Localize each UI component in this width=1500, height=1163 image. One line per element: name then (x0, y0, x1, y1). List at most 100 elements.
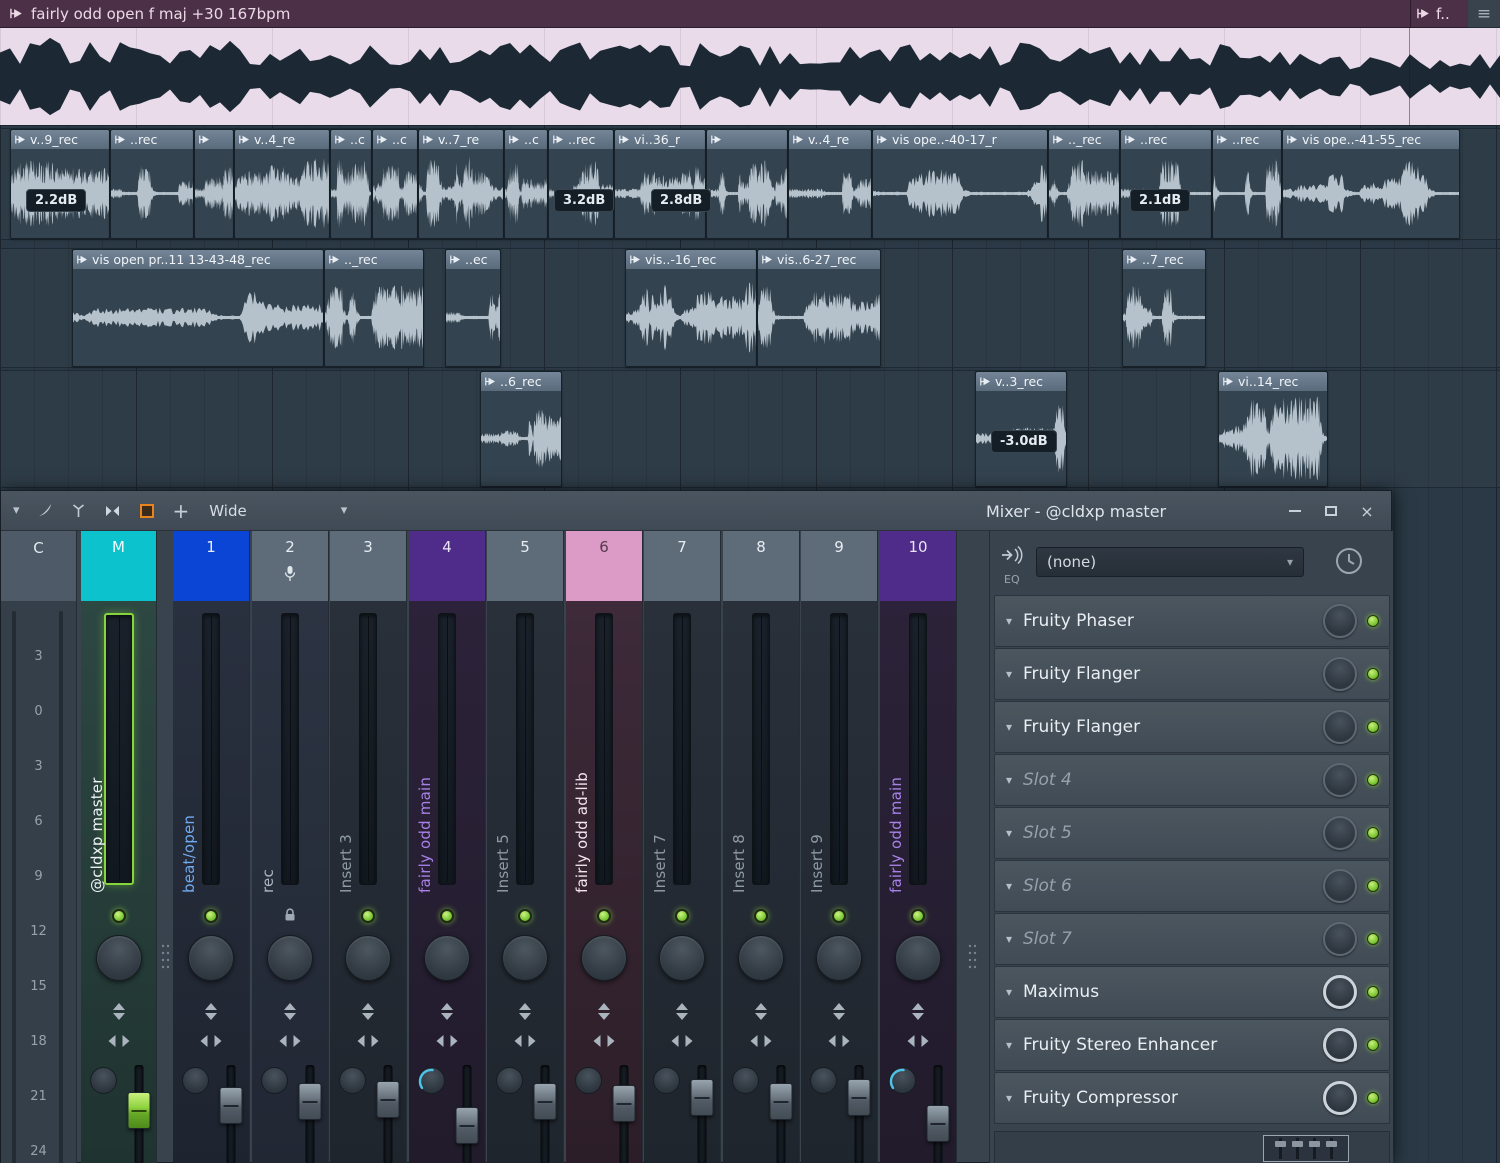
pan-arrows[interactable] (671, 1035, 693, 1047)
pan-arrows[interactable] (436, 1035, 458, 1047)
clip-header[interactable]: v..7_re (419, 130, 503, 149)
clip-header[interactable]: vis open pr..11 13-43-48_rec (73, 250, 323, 269)
audio-clip[interactable] (194, 129, 234, 239)
step-down-icon[interactable] (676, 1013, 688, 1020)
fader-handle[interactable] (219, 1087, 243, 1124)
plugin-picker-icon[interactable] (71, 503, 86, 518)
mixer-strip-10[interactable]: 10 fairly odd main (880, 531, 957, 1163)
current-track-header[interactable]: C (1, 531, 77, 601)
track-stepper[interactable] (205, 1003, 217, 1020)
pan-knob[interactable] (95, 935, 142, 981)
audio-clip[interactable]: vi..36_r (614, 129, 706, 239)
fx-mix-knob[interactable] (1323, 1028, 1357, 1062)
preview-slider[interactable] (1275, 1138, 1286, 1159)
mixer-strip-4[interactable]: 4 fairly odd main (409, 531, 486, 1163)
pan-arrows[interactable] (514, 1035, 536, 1047)
fx-mix-knob[interactable] (1323, 975, 1357, 1009)
audio-input-icon[interactable] (1000, 545, 1026, 565)
pan-arrows[interactable] (279, 1035, 301, 1047)
mute-led[interactable] (361, 909, 375, 923)
audio-clip[interactable]: .._rec (324, 249, 424, 367)
chevron-down-icon[interactable]: ▾ (995, 667, 1023, 681)
clip-header[interactable]: ..rec (1213, 130, 1281, 149)
clip-header[interactable]: ..7_rec (1123, 250, 1205, 269)
fader-handle[interactable] (926, 1105, 950, 1142)
resize-handle-dots[interactable] (160, 943, 170, 971)
audio-clip[interactable]: ..ec (445, 249, 501, 367)
view-select-icon[interactable] (139, 503, 155, 519)
pan-right-icon[interactable] (371, 1035, 379, 1047)
pan-knob[interactable] (345, 935, 391, 981)
step-up-icon[interactable] (598, 1003, 610, 1010)
chevron-down-icon[interactable]: ▾ (995, 826, 1023, 840)
audio-clip[interactable] (706, 129, 788, 239)
strip-header[interactable]: 10 (880, 531, 957, 601)
step-down-icon[interactable] (362, 1013, 374, 1020)
fader-handle[interactable] (533, 1083, 557, 1120)
mixer-strip-8[interactable]: 8 Insert 8 (723, 531, 800, 1163)
clip-header[interactable]: v..4_re (789, 130, 871, 149)
chevron-down-icon[interactable]: ▾ (995, 773, 1023, 787)
track-stepper[interactable] (519, 1003, 531, 1020)
fx-enable-led[interactable] (1367, 721, 1379, 733)
volume-fader[interactable] (374, 1063, 402, 1163)
volume-fader[interactable] (453, 1063, 481, 1163)
mixer-titlebar[interactable]: ▾ + Wide ▾ Mixer - @cldxp master × (1, 491, 1391, 531)
fx-enable-led[interactable] (1367, 615, 1379, 627)
fader-handle[interactable] (769, 1083, 793, 1120)
mixer-strip-9[interactable]: 9 Insert 9 (801, 531, 878, 1163)
fx-enable-led[interactable] (1367, 1039, 1379, 1051)
clip-header[interactable]: v..4_re (235, 130, 329, 149)
clip-header[interactable]: ..ec (446, 250, 500, 269)
fx-mix-knob[interactable] (1323, 710, 1357, 744)
fx-mix-knob[interactable] (1323, 763, 1357, 797)
fader-handle[interactable] (847, 1079, 871, 1116)
volume-fader[interactable] (767, 1063, 795, 1163)
pan-right-icon[interactable] (607, 1035, 615, 1047)
volume-fader[interactable] (924, 1063, 952, 1163)
detach-icon[interactable] (38, 503, 53, 518)
eq-label[interactable]: EQ (1004, 573, 1020, 586)
track-stepper[interactable] (755, 1003, 767, 1020)
strip-header[interactable]: 9 (801, 531, 878, 601)
layout-preset-label[interactable]: Wide (209, 502, 246, 520)
step-down-icon[interactable] (755, 1013, 767, 1020)
pan-left-icon[interactable] (279, 1035, 287, 1047)
stereo-knob[interactable] (653, 1067, 680, 1094)
mixer-strip-5[interactable]: 5 Insert 5 (487, 531, 564, 1163)
fx-slot[interactable]: ▾ Fruity Phaser (994, 595, 1390, 647)
pan-right-icon[interactable] (685, 1035, 693, 1047)
volume-fader[interactable] (125, 1063, 153, 1163)
pan-knob[interactable] (738, 935, 784, 981)
fader-handle[interactable] (376, 1081, 400, 1118)
step-down-icon[interactable] (833, 1013, 845, 1020)
pan-left-icon[interactable] (514, 1035, 522, 1047)
pan-arrows[interactable] (907, 1035, 929, 1047)
clip-header[interactable]: ..c (505, 130, 547, 149)
main-audio-clip[interactable] (0, 28, 1500, 126)
fx-mix-knob[interactable] (1323, 816, 1357, 850)
pan-arrows[interactable] (108, 1035, 129, 1047)
clip-header[interactable]: vis..-16_rec (626, 250, 756, 269)
audio-clip[interactable]: vi..14_rec (1218, 371, 1328, 487)
fx-slot[interactable]: ▾ Slot 7 (994, 913, 1390, 965)
clip-header[interactable] (195, 130, 233, 149)
pan-left-icon[interactable] (593, 1035, 601, 1047)
fx-slot[interactable]: ▾ Fruity Compressor (994, 1072, 1390, 1124)
preview-slider[interactable] (1292, 1138, 1303, 1159)
pan-knob[interactable] (188, 935, 234, 981)
track-stepper[interactable] (833, 1003, 845, 1020)
pan-knob[interactable] (581, 935, 627, 981)
pan-arrows[interactable] (828, 1035, 850, 1047)
audio-clip[interactable]: vis ope..-40-17_r (872, 129, 1048, 239)
mute-led[interactable] (675, 909, 689, 923)
pan-left-icon[interactable] (357, 1035, 365, 1047)
stereo-knob[interactable] (810, 1067, 837, 1094)
audio-clip[interactable]: vis open pr..11 13-43-48_rec (72, 249, 324, 367)
fx-slot[interactable]: ▾ Slot 6 (994, 860, 1390, 912)
fader-handle[interactable] (298, 1083, 322, 1120)
maximize-button[interactable] (1313, 491, 1349, 531)
fader-handle[interactable] (690, 1079, 714, 1116)
layout-dropdown-arrow-icon[interactable]: ▾ (341, 503, 348, 518)
chevron-down-icon[interactable]: ▾ (995, 720, 1023, 734)
